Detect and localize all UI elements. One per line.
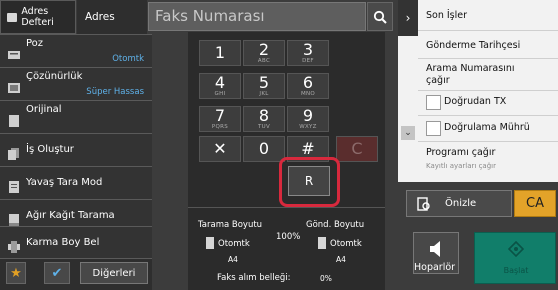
sidebar-item-label: Ağır Kağıt Tarama [26,210,115,221]
mixed-size-icon [8,238,20,253]
divider [418,115,558,116]
key-asterisk[interactable]: ✕ [199,136,241,162]
key-4[interactable]: 4 GHI [199,73,241,99]
address-book-button[interactable]: Adres Defteri [0,0,76,34]
address-tab[interactable]: Adres [77,0,147,34]
scan-paper-icon [206,237,214,249]
exposure-icon [8,46,20,59]
scan-size-label: Tarama Boyutu [198,220,263,230]
action-panel: Son İşler Gönderme Tarihçesi Arama Numar… [398,0,558,182]
sidebar-item-label: Çözünürlük [26,71,83,82]
search-icon [373,10,387,24]
sidebar-item-mixed-size[interactable]: Karma Boy Bel [0,226,152,259]
resolution-icon [8,79,20,93]
sidebar-item-slow-scan[interactable]: Yavaş Tara Mod [0,166,152,199]
key-3[interactable]: 3 DEF [287,40,329,66]
address-book-icon [7,12,18,22]
speaker-icon [430,241,440,257]
chevron-down-icon[interactable]: ⌄ [401,126,415,140]
heavy-paper-icon [8,211,20,226]
divider [418,90,558,91]
dial-call-item[interactable]: Arama Numarasını çağır [426,63,526,87]
scan-paper-size: A4 [228,255,238,264]
favorite-star-icon[interactable]: ★ [6,262,26,284]
job-build-icon [8,145,20,160]
send-paper-icon [318,237,326,249]
sidebar-item-label: Yavaş Tara Mod [26,177,103,188]
slow-scan-icon [8,178,20,193]
others-button[interactable]: Diğerleri [80,262,148,284]
key-8[interactable]: 8 TUV [243,106,285,132]
start-label: Başlat [503,266,529,275]
key-0[interactable]: 0 [243,136,285,162]
preview-label: Önizle [445,198,477,209]
ratio: 100% [276,232,301,242]
ca-button[interactable]: CA [514,190,556,217]
key-1[interactable]: 1 [199,40,241,66]
direct-tx-label: Doğrudan TX [444,96,507,107]
clear-button[interactable]: C [336,136,378,162]
send-history-item[interactable]: Gönderme Tarihçesi [426,40,520,51]
sidebar-item-job-build[interactable]: İş Oluştur [0,133,152,166]
verify-stamp-checkbox[interactable] [426,121,441,136]
key-5[interactable]: 5 JKL [243,73,285,99]
divider [418,30,558,31]
sidebar-item-resolution[interactable]: Çözünürlük Süper Hassas [0,67,152,100]
original-icon [8,112,20,127]
scan-size-panel[interactable]: Tarama Boyutu Gönd. Boyutu Otomtk 100% O… [188,207,385,290]
divider [418,58,558,59]
sidebar-item-label: İş Oluştur [26,144,74,155]
preview-button[interactable]: Önizle [406,190,512,217]
fax-memory-label: Faks alım belleği: [217,273,291,283]
fax-memory-value: 0% [320,274,332,283]
preview-icon [417,196,430,211]
sidebar-item-label: Karma Boy Bel [26,237,100,248]
direct-tx-checkbox[interactable] [426,95,441,110]
scan-mode: Otomtk [218,239,250,249]
sidebar-item-value: Otomtk [112,54,144,64]
verify-stamp-label: Doğrulama Mührü [444,122,530,133]
key-9[interactable]: 9 WXYZ [287,106,329,132]
start-button[interactable]: Başlat [474,232,556,284]
sidebar-item-label: Orijinal [26,104,62,115]
key-2[interactable]: 2 ABC [243,40,285,66]
recent-jobs-item[interactable]: Son İşler [426,10,467,21]
program-call-sub: Kayıtlı ayarları çağır [426,162,496,170]
sidebar-item-original[interactable]: Orijinal [0,100,152,133]
send-mode: Otomtk [330,239,362,249]
start-icon [508,241,524,257]
sidebar-item-exposure[interactable]: Poz Otomtk [0,34,152,67]
key-6[interactable]: 6 MNO [287,73,329,99]
sidebar-item-value: Süper Hassas [86,87,144,97]
chevron-right-icon[interactable]: › [398,0,418,36]
sidebar-item-label: Poz [26,38,44,49]
checkmark-icon[interactable]: ✔ [44,262,70,284]
divider [418,141,558,142]
r-key[interactable]: R [288,166,330,196]
address-book-label: Adres Defteri [21,6,54,28]
send-size-label: Gönd. Boyutu [306,220,365,230]
speaker-label: Hoparlör [414,262,456,273]
program-call-item[interactable]: Programı çağır [426,147,495,158]
search-button[interactable] [367,2,393,31]
key-7[interactable]: 7 PQRS [199,106,241,132]
send-paper-size: A4 [336,255,346,264]
fax-number-input[interactable]: Faks Numarası [148,2,366,31]
